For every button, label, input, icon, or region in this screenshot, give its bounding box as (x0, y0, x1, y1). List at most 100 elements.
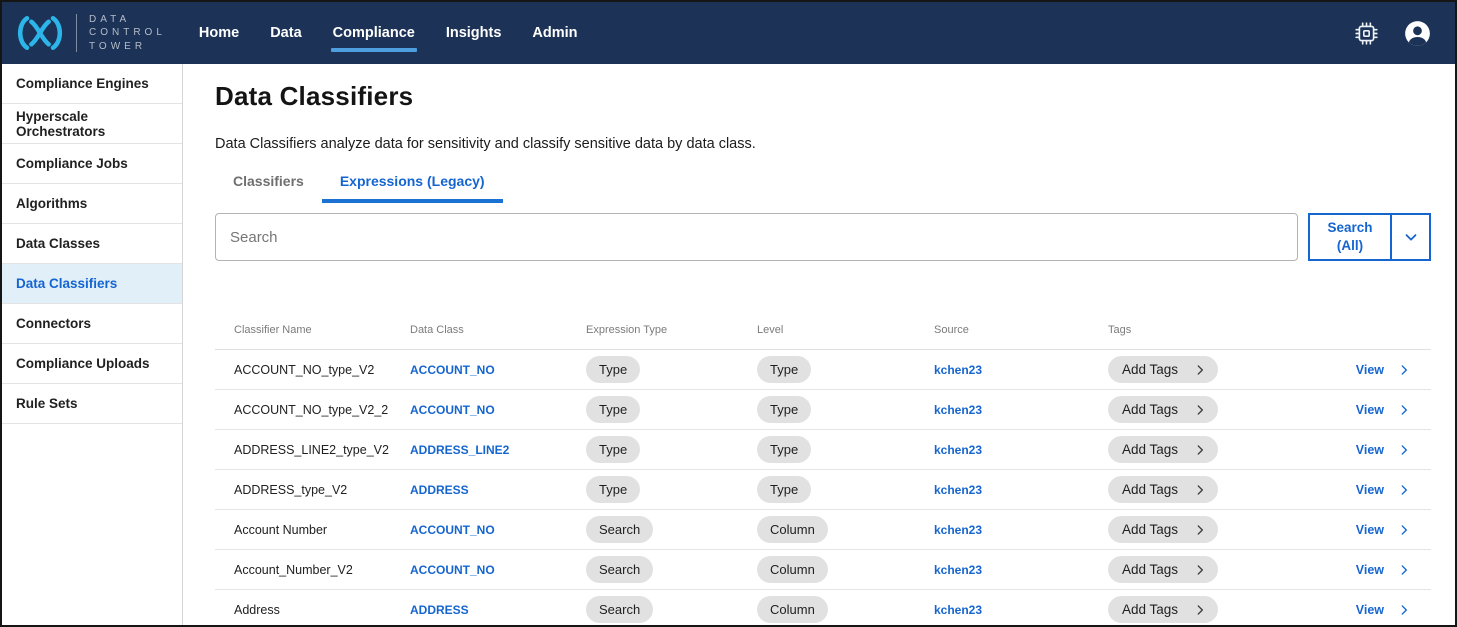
sidebar-item[interactable]: Connectors (2, 304, 182, 344)
level-cell: Column (757, 556, 934, 583)
sidebar-item[interactable]: Data Classes (2, 224, 182, 264)
nav-item[interactable]: Insights (445, 21, 503, 45)
source-link[interactable]: kchen23 (934, 363, 982, 377)
view-link[interactable]: View (1356, 603, 1384, 617)
data-class-link[interactable]: ACCOUNT_NO (410, 563, 495, 577)
data-class-link[interactable]: ACCOUNT_NO (410, 523, 495, 537)
chevron-right-icon (1193, 363, 1207, 377)
data-class-link[interactable]: ACCOUNT_NO (410, 363, 495, 377)
data-class-cell: ADDRESS (410, 603, 586, 617)
tags-cell: Add Tags (1108, 476, 1354, 503)
main-nav: Home Data Compliance Insights Admin (198, 2, 579, 64)
source-link[interactable]: kchen23 (934, 603, 982, 617)
level-chip: Type (757, 476, 811, 503)
view-link[interactable]: View (1356, 403, 1384, 417)
search-options-dropdown-button[interactable] (1390, 213, 1431, 261)
chevron-right-icon[interactable] (1397, 403, 1411, 417)
nav-item[interactable]: Compliance (332, 21, 416, 45)
classifier-name-cell: ACCOUNT_NO_type_V2_2 (234, 403, 410, 417)
view-cell: View (1354, 403, 1411, 417)
brand-line-2: CONTROL (89, 26, 166, 40)
chevron-right-icon (1193, 443, 1207, 457)
classifier-name-cell: ADDRESS_LINE2_type_V2 (234, 443, 410, 457)
nav-item[interactable]: Home (198, 21, 240, 45)
data-class-link[interactable]: ACCOUNT_NO (410, 403, 495, 417)
classifier-name: Account Number (234, 523, 327, 537)
nav-item-label: Admin (532, 25, 577, 41)
view-link[interactable]: View (1356, 443, 1384, 457)
classifier-name: Account_Number_V2 (234, 563, 353, 577)
expression-type-chip: Type (586, 436, 640, 463)
tags-cell: Add Tags (1108, 516, 1354, 543)
add-tags-button[interactable]: Add Tags (1108, 476, 1218, 503)
add-tags-button[interactable]: Add Tags (1108, 396, 1218, 423)
view-link[interactable]: View (1356, 483, 1384, 497)
sidebar-item[interactable]: Compliance Engines (2, 64, 182, 104)
sidebar-item[interactable]: Compliance Jobs (2, 144, 182, 184)
expression-type-cell: Search (586, 556, 757, 583)
account-icon[interactable] (1404, 20, 1431, 47)
view-link[interactable]: View (1356, 363, 1384, 377)
chevron-right-icon[interactable] (1397, 483, 1411, 497)
source-link[interactable]: kchen23 (934, 443, 982, 457)
search-input[interactable] (215, 213, 1298, 261)
tab[interactable]: Expressions (Legacy) (322, 173, 503, 203)
add-tags-label: Add Tags (1122, 522, 1178, 537)
view-link[interactable]: View (1356, 523, 1384, 537)
cpu-chip-icon[interactable] (1355, 22, 1378, 45)
source-link[interactable]: kchen23 (934, 523, 982, 537)
add-tags-button[interactable]: Add Tags (1108, 516, 1218, 543)
sidebar-item[interactable]: Data Classifiers (2, 264, 182, 304)
add-tags-label: Add Tags (1122, 442, 1178, 457)
expression-type-cell: Search (586, 516, 757, 543)
source-cell: kchen23 (934, 443, 1108, 457)
chevron-right-icon[interactable] (1397, 523, 1411, 537)
data-class-link[interactable]: ADDRESS_LINE2 (410, 443, 509, 457)
sidebar-item[interactable]: Hyperscale Orchestrators (2, 104, 182, 144)
data-class-cell: ACCOUNT_NO (410, 363, 586, 377)
source-link[interactable]: kchen23 (934, 563, 982, 577)
add-tags-label: Add Tags (1122, 362, 1178, 377)
table-row: ACCOUNT_NO_type_V2 ACCOUNT_NO Type Type (215, 350, 1431, 390)
source-cell: kchen23 (934, 563, 1108, 577)
add-tags-button[interactable]: Add Tags (1108, 436, 1218, 463)
sidebar-item-label: Compliance Jobs (16, 156, 128, 171)
classifier-name-cell: Account_Number_V2 (234, 563, 410, 577)
chevron-right-icon[interactable] (1397, 603, 1411, 617)
data-class-link[interactable]: ADDRESS (410, 483, 469, 497)
chevron-right-icon[interactable] (1397, 363, 1411, 377)
chevron-right-icon[interactable] (1397, 443, 1411, 457)
sidebar-item[interactable]: Algorithms (2, 184, 182, 224)
chevron-right-icon[interactable] (1397, 563, 1411, 577)
chevron-right-icon (1193, 603, 1207, 617)
column-header: Classifier Name (234, 324, 410, 336)
sidebar-item[interactable]: Rule Sets (2, 384, 182, 424)
view-link[interactable]: View (1356, 563, 1384, 577)
add-tags-button[interactable]: Add Tags (1108, 356, 1218, 383)
nav-item[interactable]: Admin (531, 21, 578, 45)
level-chip: Type (757, 356, 811, 383)
source-link[interactable]: kchen23 (934, 403, 982, 417)
expression-type-chip: Type (586, 396, 640, 423)
tags-cell: Add Tags (1108, 356, 1354, 383)
add-tags-label: Add Tags (1122, 482, 1178, 497)
sidebar-item-label: Hyperscale Orchestrators (16, 109, 168, 139)
data-class-cell: ADDRESS_LINE2 (410, 443, 586, 457)
data-class-link[interactable]: ADDRESS (410, 603, 469, 617)
view-cell: View (1354, 483, 1411, 497)
search-all-button[interactable]: Search (All) (1308, 213, 1390, 261)
source-cell: kchen23 (934, 483, 1108, 497)
source-link[interactable]: kchen23 (934, 483, 982, 497)
add-tags-button[interactable]: Add Tags (1108, 556, 1218, 583)
navbar-actions (1355, 20, 1431, 47)
nav-item[interactable]: Data (269, 21, 302, 45)
sidebar-item[interactable]: Compliance Uploads (2, 344, 182, 384)
level-cell: Type (757, 436, 934, 463)
column-header: Source (934, 324, 1108, 336)
column-header: Level (757, 324, 934, 336)
expression-type-cell: Type (586, 436, 757, 463)
column-header: Expression Type (586, 324, 757, 336)
tab[interactable]: Classifiers (215, 173, 322, 203)
view-cell: View (1354, 603, 1411, 617)
add-tags-button[interactable]: Add Tags (1108, 596, 1218, 623)
